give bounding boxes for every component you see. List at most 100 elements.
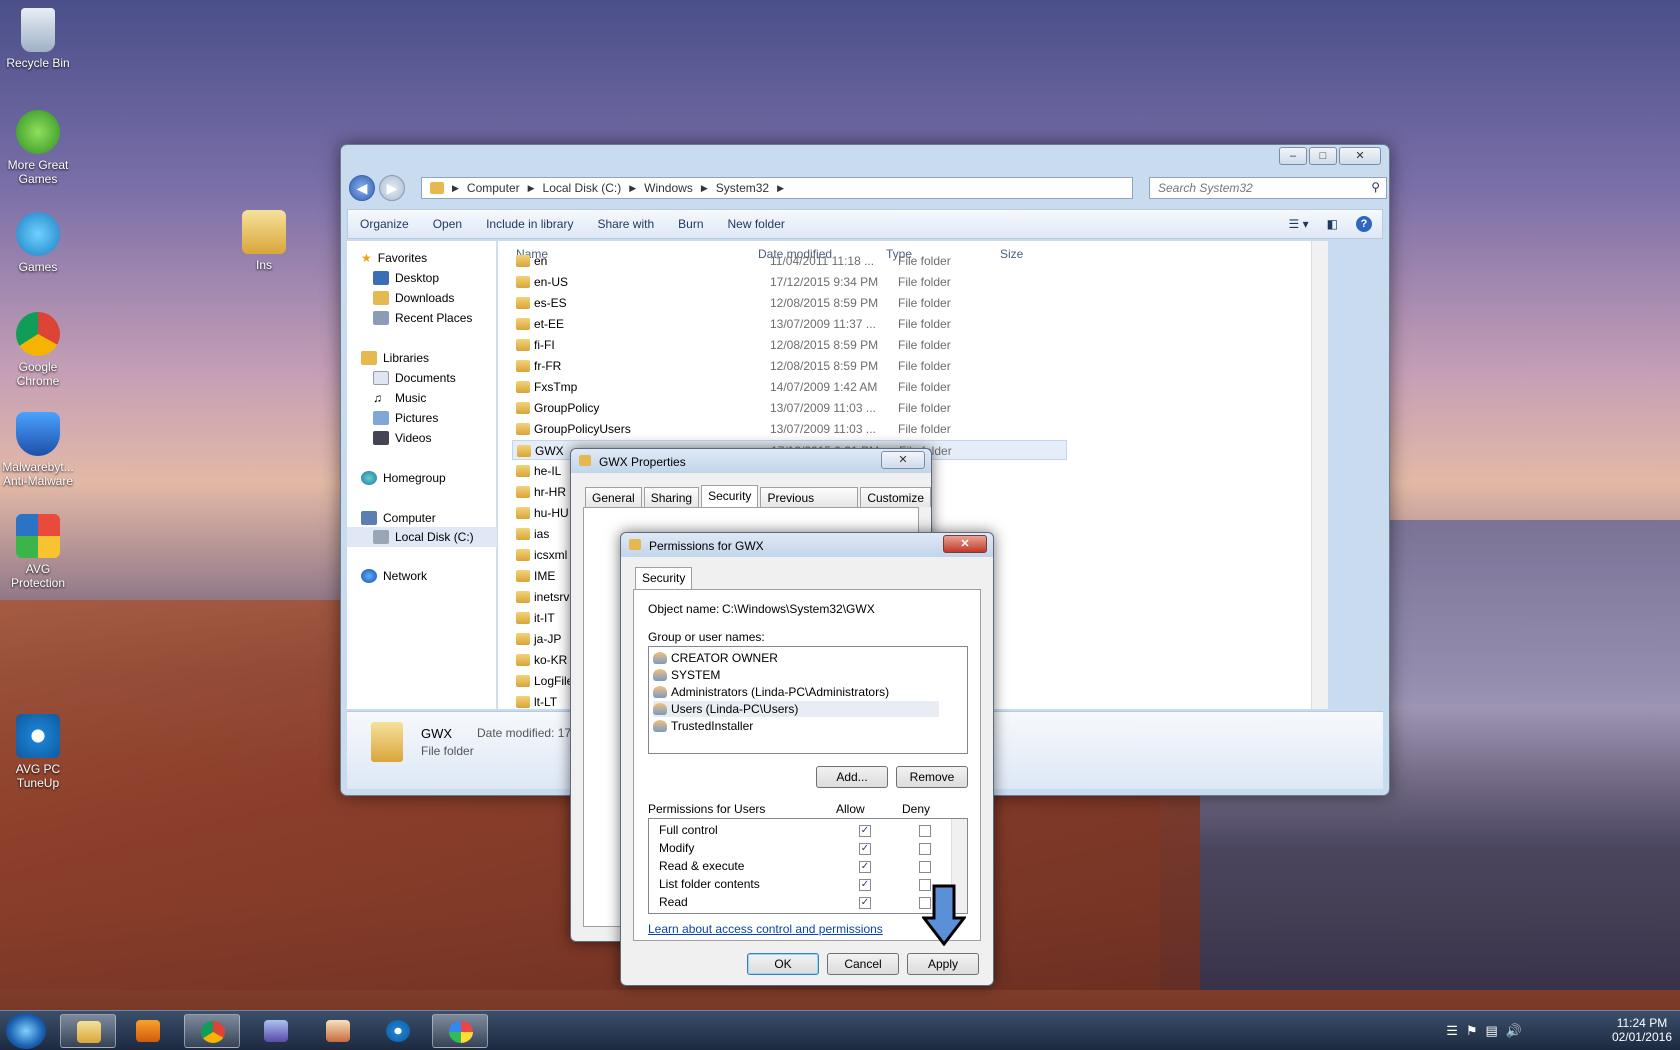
include-library-button[interactable]: Include in library xyxy=(486,217,573,231)
allow-checkbox[interactable]: ✓ xyxy=(859,897,871,909)
nav-network[interactable]: Network xyxy=(361,569,427,583)
clock-time: 11:24 PM xyxy=(1616,1016,1668,1030)
desktop-icon-ins[interactable]: Ins xyxy=(226,210,302,272)
permissions-close-button[interactable]: ✕ xyxy=(943,535,987,553)
new-folder-button[interactable]: New folder xyxy=(728,217,785,231)
deny-checkbox[interactable] xyxy=(919,825,931,837)
nav-favorites[interactable]: ★ Favorites xyxy=(361,251,427,265)
nav-desktop[interactable]: Desktop xyxy=(373,271,439,285)
list-item[interactable]: Users (Linda-PC\Users) xyxy=(653,701,939,717)
help-icon[interactable]: ? xyxy=(1356,216,1372,232)
taskbar-tuneup[interactable] xyxy=(370,1014,426,1048)
close-button[interactable]: ✕ xyxy=(1339,147,1381,165)
allow-checkbox[interactable]: ✓ xyxy=(859,825,871,837)
nav-libraries[interactable]: Libraries xyxy=(361,351,429,365)
tab-security[interactable]: Security xyxy=(635,567,693,589)
nav-recent[interactable]: Recent Places xyxy=(373,311,472,325)
desktop-icon-more-games[interactable]: More Great Games xyxy=(0,110,76,186)
view-options-icon[interactable]: ☰ ▾ xyxy=(1289,217,1309,231)
taskbar-paint[interactable] xyxy=(432,1014,488,1048)
burn-button[interactable]: Burn xyxy=(678,217,703,231)
file-name: GWX xyxy=(535,444,564,458)
tab-sharing[interactable]: Sharing xyxy=(643,487,700,507)
learn-link[interactable]: Learn about access control and permissio… xyxy=(648,922,883,936)
taskbar-media-player[interactable] xyxy=(120,1014,176,1048)
table-row[interactable]: en-US 17/12/2015 9:34 PM File folder xyxy=(512,272,1067,292)
allow-checkbox[interactable]: ✓ xyxy=(859,843,871,855)
cancel-button[interactable]: Cancel xyxy=(827,953,899,975)
list-item[interactable]: SYSTEM xyxy=(653,667,720,683)
ok-button[interactable]: OK xyxy=(747,953,819,975)
start-button[interactable] xyxy=(6,1013,46,1049)
tab-general[interactable]: General xyxy=(585,487,642,507)
file-name: hr-HR xyxy=(534,485,566,499)
list-item[interactable]: TrustedInstaller xyxy=(653,718,753,734)
nav-downloads[interactable]: Downloads xyxy=(373,291,454,305)
list-item[interactable]: CREATOR OWNER xyxy=(653,650,778,666)
breadcrumb-localdisk[interactable]: Local Disk (C:) xyxy=(543,181,622,195)
desktop-icon-tuneup[interactable]: AVG PC TuneUp xyxy=(0,714,76,790)
breadcrumb-system32[interactable]: System32 xyxy=(716,181,769,195)
address-row: ◀ ▶ ▶ Computer ▶ Local Disk (C:) ▶ Windo… xyxy=(349,175,1387,203)
permissions-list: Full control ✓ Modify ✓ Read & execute ✓ List … xyxy=(648,818,968,914)
nav-music[interactable]: ♫ Music xyxy=(373,391,426,405)
add-button[interactable]: Add... xyxy=(816,766,888,788)
folder-icon xyxy=(516,633,530,645)
nav-computer[interactable]: Computer xyxy=(361,511,436,525)
desktop-icon-games[interactable]: Games xyxy=(0,212,76,274)
maximize-button[interactable]: □ xyxy=(1309,147,1337,165)
tab-customize[interactable]: Customize xyxy=(860,487,931,507)
taskbar-app-1[interactable] xyxy=(248,1014,304,1048)
desktop-icon-recycle-bin[interactable]: Recycle Bin xyxy=(0,8,76,70)
vertical-scrollbar[interactable] xyxy=(1311,241,1328,709)
minimize-button[interactable]: – xyxy=(1279,147,1307,165)
gwx-close-button[interactable]: ✕ xyxy=(881,451,925,469)
downloads-icon xyxy=(373,291,389,305)
details-name: GWX xyxy=(421,726,453,741)
table-row[interactable]: fr-FR 12/08/2015 8:59 PM File folder xyxy=(512,356,1067,376)
table-row[interactable]: fi-FI 12/08/2015 8:59 PM File folder xyxy=(512,335,1067,355)
nav-videos[interactable]: Videos xyxy=(373,431,431,445)
tab-security[interactable]: Security xyxy=(701,485,759,507)
user-list[interactable]: CREATOR OWNER SYSTEM Administrators (Lin… xyxy=(648,646,968,754)
tab-previous-versions[interactable]: Previous Versions xyxy=(760,487,859,519)
desktop-icon-malwarebytes[interactable]: Malwarebyt... Anti-Malware xyxy=(0,412,76,488)
desktop-icon-chrome[interactable]: Google Chrome xyxy=(0,312,76,388)
deny-checkbox[interactable] xyxy=(919,843,931,855)
table-row[interactable]: GroupPolicy 13/07/2009 11:03 ... File fold… xyxy=(512,398,1067,418)
open-button[interactable]: Open xyxy=(433,217,462,231)
nav-localdisk[interactable]: Local Disk (C:) xyxy=(347,527,497,547)
remove-button[interactable]: Remove xyxy=(896,766,968,788)
allow-checkbox[interactable]: ✓ xyxy=(859,879,871,891)
clock[interactable]: 11:24 PM 02/01/2016 xyxy=(1612,1016,1672,1044)
table-row[interactable]: en 11/04/2011 11:18 ... File folder xyxy=(512,251,1067,271)
nav-documents[interactable]: Documents xyxy=(373,371,456,385)
breadcrumb-windows[interactable]: Windows xyxy=(644,181,693,195)
file-date: 12/08/2015 8:59 PM xyxy=(770,296,879,310)
table-row[interactable]: FxsTmp 14/07/2009 1:42 AM File folder xyxy=(512,377,1067,397)
nav-pictures[interactable]: Pictures xyxy=(373,411,438,425)
table-row[interactable]: GroupPolicyUsers 13/07/2009 11:03 ... File… xyxy=(512,419,1067,439)
tray-icons[interactable]: ☰⚑▤🔊 xyxy=(1446,1023,1530,1039)
taskbar-chrome[interactable] xyxy=(184,1014,240,1048)
address-bar[interactable]: ▶ Computer ▶ Local Disk (C:) ▶ Windows ▶… xyxy=(421,177,1133,199)
user-icon xyxy=(653,669,667,681)
file-name: et-EE xyxy=(534,317,565,331)
allow-checkbox[interactable]: ✓ xyxy=(859,861,871,873)
preview-pane-icon[interactable]: ◧ xyxy=(1327,217,1338,231)
table-row[interactable]: es-ES 12/08/2015 8:59 PM File folder xyxy=(512,293,1067,313)
apply-button[interactable]: Apply xyxy=(907,953,979,975)
table-row[interactable]: et-EE 13/07/2009 11:37 ... File folder xyxy=(512,314,1067,334)
back-button[interactable]: ◀ xyxy=(349,175,375,201)
taskbar-explorer[interactable] xyxy=(60,1014,116,1048)
share-with-button[interactable]: Share with xyxy=(597,217,654,231)
taskbar-app-2[interactable] xyxy=(310,1014,366,1048)
deny-checkbox[interactable] xyxy=(919,861,931,873)
nav-homegroup[interactable]: Homegroup xyxy=(361,471,446,485)
desktop-icon-avg[interactable]: AVG Protection xyxy=(0,514,76,590)
organize-button[interactable]: Organize xyxy=(360,217,409,231)
breadcrumb-computer[interactable]: Computer xyxy=(467,181,520,195)
forward-button[interactable]: ▶ xyxy=(379,175,405,201)
list-item[interactable]: Administrators (Linda-PC\Administrators) xyxy=(653,684,889,700)
search-input[interactable]: Search System32 ⚲ xyxy=(1149,177,1387,199)
